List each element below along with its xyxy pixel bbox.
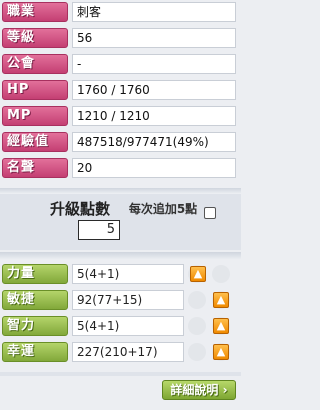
hp-value: 1760 / 1760 [72,80,236,100]
mp-label: MP [2,106,68,126]
int-value: 5(4+1) [72,316,184,336]
empty-slot [188,291,206,309]
int-label: 智力 [2,316,68,336]
ability-points-section: 升級點數 5 每次追加5點 [0,194,241,250]
character-stat-window: 職業 刺客 等級 56 公會 - HP 1760 / 1760 MP 1210 … [0,0,241,410]
dex-value: 92(77+15) [72,290,184,310]
info-row-hp: HP 1760 / 1760 [0,78,241,102]
ability-points-value: 5 [78,220,120,240]
empty-slot [188,317,206,335]
str-label: 力量 [2,264,68,284]
plus-arrow-icon: ▲ [216,345,226,358]
mp-value: 1210 / 1210 [72,106,236,126]
str-increase-button[interactable]: ▲ [190,266,206,282]
luk-increase-button[interactable]: ▲ [213,344,229,360]
info-row-mp: MP 1210 / 1210 [0,104,241,128]
level-value: 56 [72,28,236,48]
chevron-right-icon: › [218,383,228,397]
exp-value: 487518/977471(49%) [72,132,236,152]
stat-row-luk: 幸運 227(210+17) ▲ [0,340,241,364]
stat-row-int: 智力 5(4+1) ▲ [0,314,241,338]
hp-label: HP [2,80,68,100]
auto-assign-label: 每次追加5點 [128,202,198,216]
luk-label: 幸運 [2,342,68,362]
dex-increase-button[interactable]: ▲ [213,292,229,308]
auto-assign-checkbox[interactable] [204,207,216,219]
divider [0,252,241,260]
empty-slot [188,343,206,361]
job-value: 刺客 [72,2,236,22]
str-value: 5(4+1) [72,264,184,284]
info-row-level: 等級 56 [0,26,241,50]
guild-label: 公會 [2,54,68,74]
plus-arrow-icon: ▲ [216,293,226,306]
exp-label: 經驗值 [2,132,68,152]
stat-row-str: 力量 5(4+1) ▲ [0,262,241,286]
detail-button[interactable]: 詳細說明 › [162,380,236,400]
info-row-fame: 名聲 20 [0,156,241,180]
int-increase-button[interactable]: ▲ [213,318,229,334]
dex-label: 敏捷 [2,290,68,310]
ability-points-title: 升級點數 [50,200,111,218]
plus-arrow-icon: ▲ [193,267,203,280]
info-row-job: 職業 刺客 [0,0,241,24]
guild-value: - [72,54,236,74]
stat-row-dex: 敏捷 92(77+15) ▲ [0,288,241,312]
level-label: 等級 [2,28,68,48]
detail-button-label: 詳細說明 [170,383,219,397]
info-row-guild: 公會 - [0,52,241,76]
luk-value: 227(210+17) [72,342,184,362]
plus-arrow-icon: ▲ [216,319,226,332]
empty-slot [212,265,230,283]
info-row-exp: 經驗值 487518/977471(49%) [0,130,241,154]
divider [0,372,241,376]
fame-label: 名聲 [2,158,68,178]
job-label: 職業 [2,2,68,22]
fame-value: 20 [72,158,236,178]
